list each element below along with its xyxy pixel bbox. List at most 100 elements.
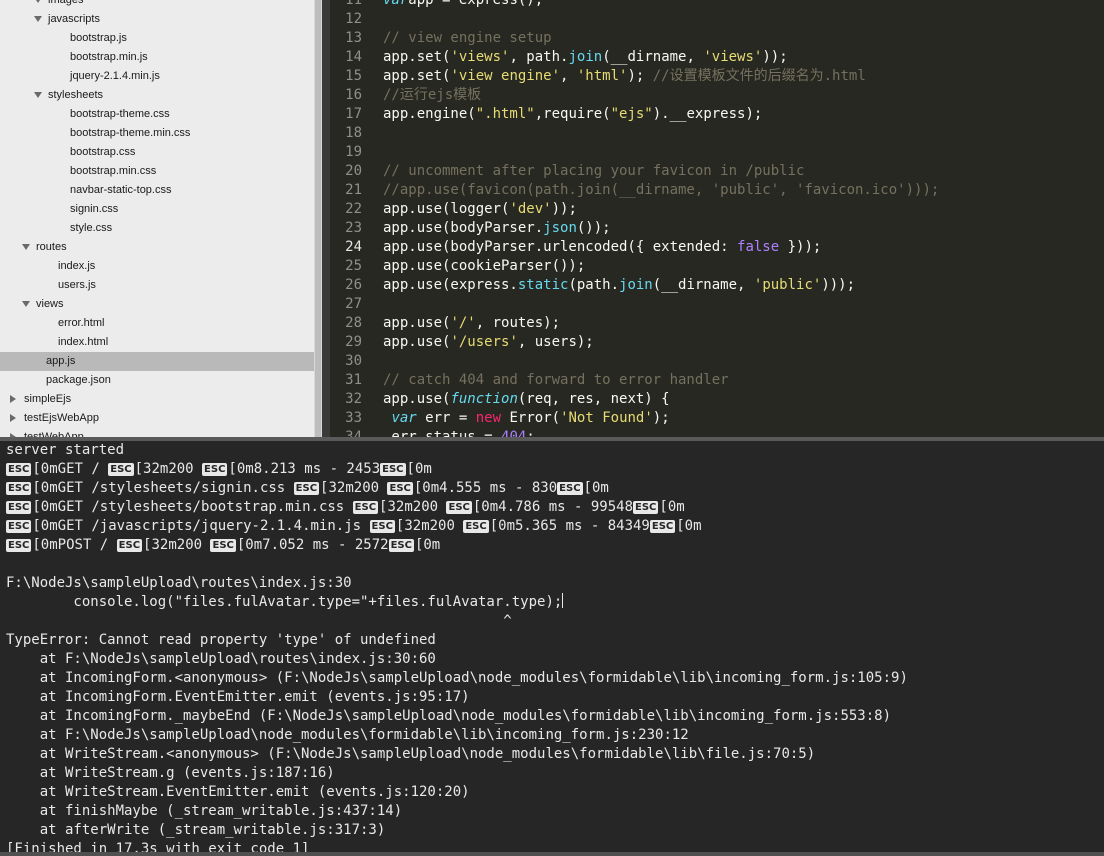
code-token: ).__express);: [652, 106, 763, 122]
disclosure-expanded-icon[interactable]: [34, 92, 42, 99]
sidebar-item-images[interactable]: images: [0, 0, 314, 10]
code-line[interactable]: 25 app.use(cookieParser());: [330, 257, 1104, 276]
code-token: new: [475, 410, 502, 426]
sidebar-item-simpleejs[interactable]: simpleEjs: [0, 390, 314, 409]
code-line[interactable]: 34 err.status = 404;: [330, 428, 1104, 437]
sidebar-item-routes[interactable]: routes: [0, 238, 314, 257]
code-line[interactable]: 14 app.set('views', path.join(__dirname, …: [330, 48, 1104, 67]
code-token: join: [619, 277, 653, 293]
code-token: app = express();: [408, 0, 544, 8]
pane-splitter[interactable]: [322, 0, 330, 437]
code-line[interactable]: 23 app.use(bodyParser.json());: [330, 219, 1104, 238]
disclosure-expanded-icon[interactable]: [34, 0, 42, 4]
code-line[interactable]: 12: [330, 10, 1104, 29]
sidebar-item-bootstrap-theme-css[interactable]: bootstrap-theme.css: [0, 105, 314, 124]
console-text: [0mGET /stylesheets/bootstrap.min.css: [32, 499, 353, 515]
code-token: ());: [576, 220, 611, 236]
code-line[interactable]: 15 app.set('view engine', 'html'); //设置模板…: [330, 67, 1104, 86]
line-number: 26: [345, 277, 362, 293]
sidebar-item-jquery-2-1-4-min-js[interactable]: jquery-2.1.4.min.js: [0, 67, 314, 86]
line-number: 19: [345, 144, 362, 160]
sidebar-item-index-html[interactable]: index.html: [0, 333, 314, 352]
code-token: app.set(: [383, 68, 451, 84]
code-token: var: [391, 410, 417, 426]
sidebar-item-style-css[interactable]: style.css: [0, 219, 314, 238]
disclosure-expanded-icon[interactable]: [22, 301, 30, 308]
sidebar-item-bootstrap-css[interactable]: bootstrap.css: [0, 143, 314, 162]
code-token: static: [517, 277, 569, 293]
line-number: 13: [345, 30, 362, 46]
sidebar-scrollbar[interactable]: [314, 0, 322, 437]
code-token: Error(: [501, 410, 561, 426]
sidebar-item-label: app.js: [46, 355, 76, 367]
sidebar-item-navbar-static-top-css[interactable]: navbar-static-top.css: [0, 181, 314, 200]
sidebar-item-label: style.css: [70, 222, 113, 234]
code-line[interactable]: 19: [330, 143, 1104, 162]
esc-control-char-glyph: ESC: [210, 539, 236, 552]
code-line[interactable]: 27: [330, 295, 1104, 314]
console-text: [32m200: [395, 518, 464, 534]
sidebar-item-signin-css[interactable]: signin.css: [0, 200, 314, 219]
esc-control-char-glyph: ESC: [6, 539, 32, 552]
line-number: 32: [345, 391, 362, 407]
console-text: at F:\NodeJs\sampleUpload\routes\index.j…: [6, 651, 436, 667]
sidebar-item-label: users.js: [58, 279, 96, 291]
code-line[interactable]: 24 app.use(bodyParser.urlencoded({ extend…: [330, 238, 1104, 257]
code-text: app.engine(".html",require("ejs").__expr…: [383, 106, 762, 122]
sidebar-item-javascripts[interactable]: javascripts: [0, 10, 314, 29]
disclosure-expanded-icon[interactable]: [22, 244, 30, 251]
code-text: app.use(function(req, res, next) {: [383, 391, 670, 407]
code-line[interactable]: 16 //运行ejs模板: [330, 86, 1104, 105]
code-line[interactable]: 22 app.use(logger('dev'));: [330, 200, 1104, 219]
code-line[interactable]: 32 app.use(function(req, res, next) {: [330, 390, 1104, 409]
sidebar-item-label: bootstrap-theme.min.css: [70, 127, 191, 139]
console-line: ESC [0mGET /stylesheets/bootstrap.min.css…: [6, 498, 685, 517]
code-line[interactable]: 11 varapp = express();: [330, 0, 1104, 10]
sidebar-item-bootstrap-min-js[interactable]: bootstrap.min.js: [0, 48, 314, 67]
code-line[interactable]: 13 // view engine setup: [330, 29, 1104, 48]
build-output-console[interactable]: server started ESC [0mGET / ESC [32m200 ESC…: [0, 441, 1104, 856]
sidebar-item-bootstrap-js[interactable]: bootstrap.js: [0, 29, 314, 48]
code-token: (path.: [568, 277, 620, 293]
code-line[interactable]: 21 //app.use(favicon(path.join(__dirname,…: [330, 181, 1104, 200]
code-line[interactable]: 33 var err = new Error('Not Found');: [330, 409, 1104, 428]
code-token: app.use(express.: [383, 277, 518, 293]
console-bottom-edge: [0, 852, 1104, 856]
code-editor[interactable]: 11 varapp = express(); 12 13// view engine …: [330, 0, 1104, 437]
sidebar-item-testwebapp[interactable]: testWebApp: [0, 428, 314, 437]
disclosure-collapsed-icon[interactable]: [10, 395, 16, 404]
code-token: '/users': [450, 334, 518, 350]
sidebar-item-index-js[interactable]: index.js: [0, 257, 314, 276]
sidebar-item-bootstrap-min-css[interactable]: bootstrap.min.css: [0, 162, 314, 181]
sidebar-item-label: views: [36, 298, 64, 310]
code-line[interactable]: 17 app.engine(".html",require("ejs").__ex…: [330, 105, 1104, 124]
sidebar-item-testejswebapp[interactable]: testEjsWebApp: [0, 409, 314, 428]
sidebar-item-package-json[interactable]: package.json: [0, 371, 314, 390]
sidebar-item-error-html[interactable]: error.html: [0, 314, 314, 333]
code-line[interactable]: 30: [330, 352, 1104, 371]
code-line[interactable]: 28 app.use('/', routes);: [330, 314, 1104, 333]
line-number: 24: [345, 239, 362, 255]
code-token: ;: [526, 429, 535, 437]
sidebar-item-bootstrap-theme-min-css[interactable]: bootstrap-theme.min.css: [0, 124, 314, 143]
code-token: // uncomment after placing your favicon …: [383, 163, 805, 179]
disclosure-expanded-icon[interactable]: [34, 16, 42, 23]
code-line[interactable]: 18: [330, 124, 1104, 143]
sidebar-item-views[interactable]: views: [0, 295, 314, 314]
console-line: ESC [0mGET / ESC [32m200 ESC [0m8.213 ms - …: [6, 460, 432, 479]
code-text: // uncomment after placing your favicon …: [383, 163, 804, 179]
disclosure-collapsed-icon[interactable]: [10, 414, 16, 423]
sidebar-item-stylesheets[interactable]: stylesheets: [0, 86, 314, 105]
sidebar-scrollbar-thumb[interactable]: [315, 0, 321, 437]
code-line[interactable]: 20 // uncomment after placing your favico…: [330, 162, 1104, 181]
esc-control-char-glyph: ESC: [352, 501, 379, 514]
code-token: 'html': [576, 68, 628, 84]
esc-control-char-glyph: ESC: [6, 482, 32, 495]
sidebar-item-users-js[interactable]: users.js: [0, 276, 314, 295]
code-line[interactable]: 26 app.use(express.static(path.join(__dir…: [330, 276, 1104, 295]
code-line[interactable]: 31 // catch 404 and forward to error hand…: [330, 371, 1104, 390]
code-token: app.set(: [383, 49, 451, 65]
sidebar-item-app-js[interactable]: app.js: [0, 352, 314, 371]
esc-control-char-glyph: ESC: [369, 520, 395, 533]
code-line[interactable]: 29 app.use('/users', users);: [330, 333, 1104, 352]
